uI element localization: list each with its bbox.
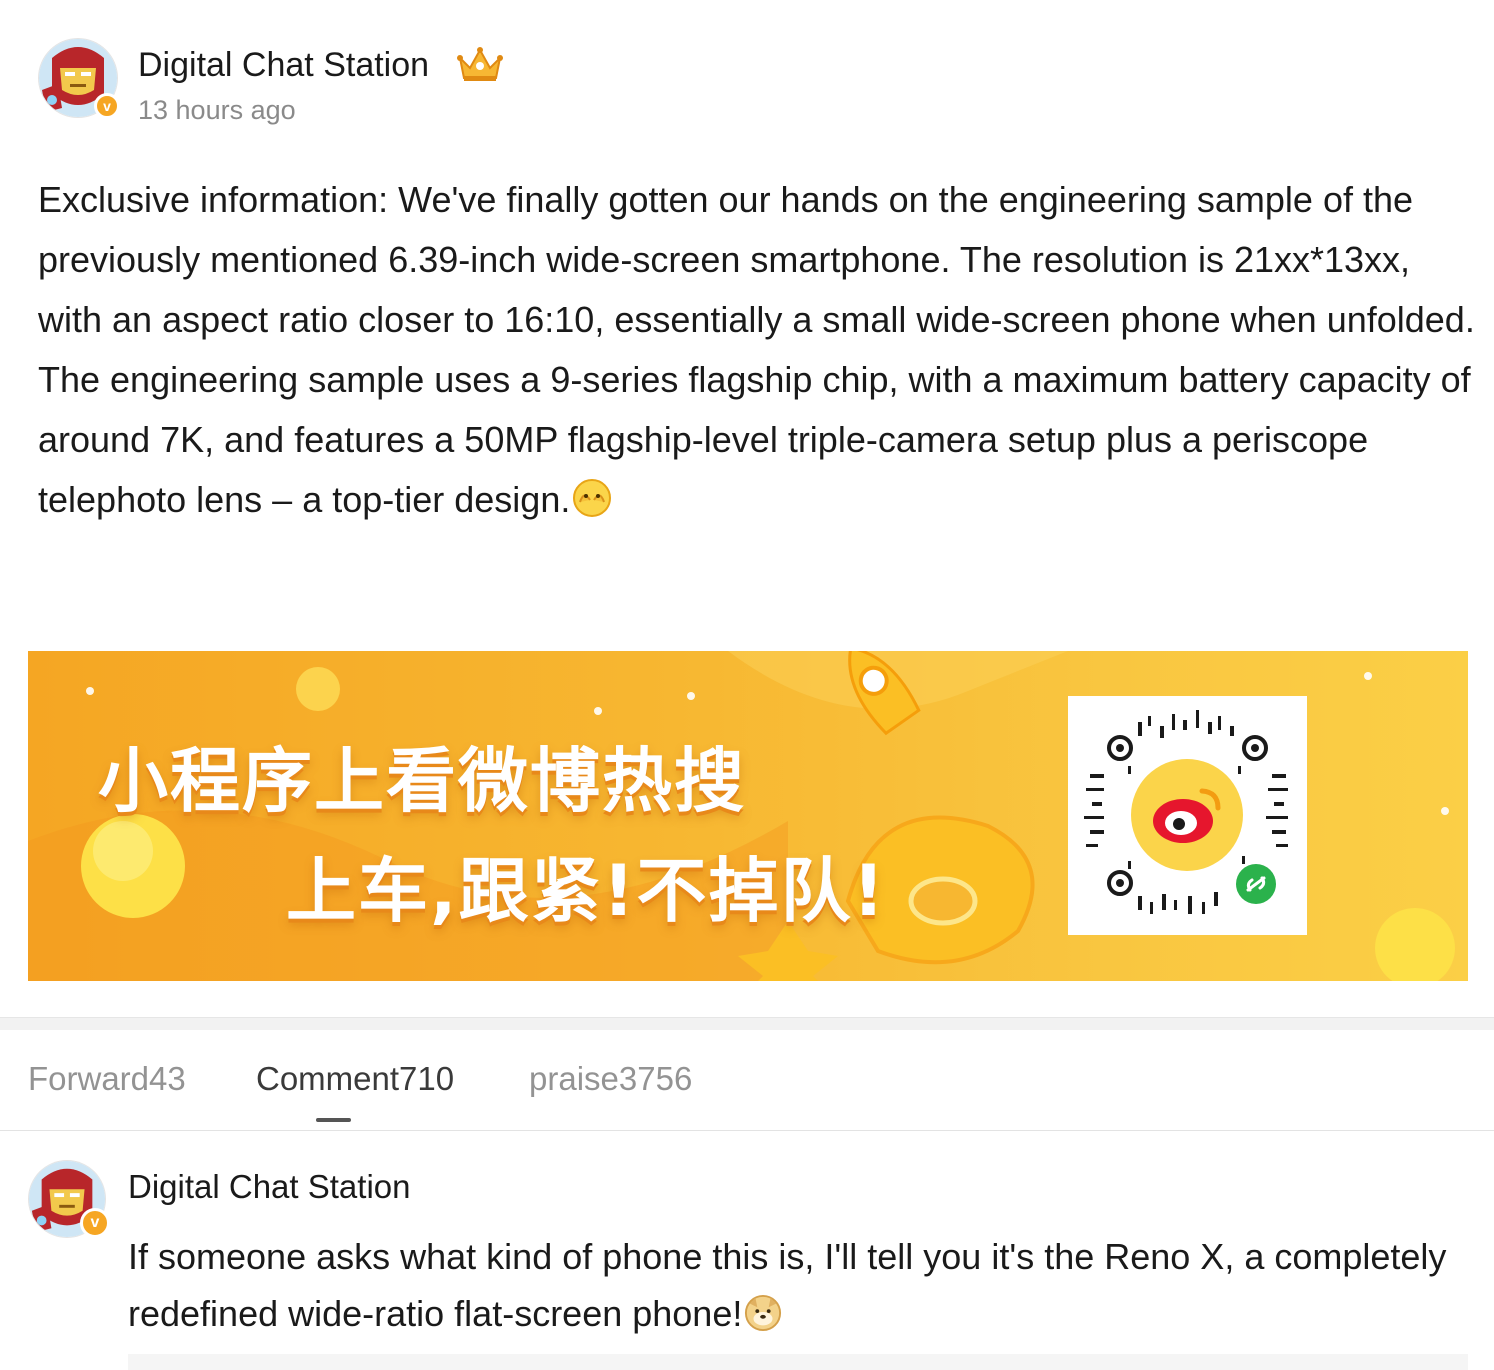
author-name[interactable]: Digital Chat Station <box>138 46 429 85</box>
doge-emoji-icon <box>744 1291 782 1348</box>
comment-text: If someone asks what kind of phone this … <box>128 1236 1447 1334</box>
verified-badge: v <box>94 93 120 119</box>
comment-verified-badge: v <box>80 1208 110 1238</box>
comment-author-name[interactable]: Digital Chat Station <box>128 1168 410 1206</box>
banner-subheadline: 上车,跟紧!不掉队! <box>286 850 887 932</box>
crown-icon <box>456 46 504 89</box>
post-timestamp: 13 hours ago <box>138 95 296 125</box>
tab-forward[interactable]: Forward43 <box>28 1060 186 1098</box>
post-paragraph-2-text: The engineering sample uses a 9-series f… <box>38 359 1471 520</box>
qr-code-icon[interactable] <box>1068 696 1307 935</box>
comment-body: If someone asks what kind of phone this … <box>128 1228 1448 1348</box>
post-paragraph-2: The engineering sample uses a 9-series f… <box>38 350 1478 536</box>
active-tab-indicator <box>316 1118 351 1122</box>
post-body: Exclusive information: We've finally got… <box>38 170 1478 536</box>
mini-program-banner[interactable]: 小程序上看微博热搜 上车,跟紧!不掉队! <box>28 651 1468 981</box>
banner-headline: 小程序上看微博热搜 <box>98 740 746 822</box>
peeking-face-emoji-icon <box>572 476 612 536</box>
reply-area[interactable] <box>128 1354 1468 1370</box>
tabs-divider <box>0 1130 1494 1131</box>
tab-comment[interactable]: Comment710 <box>256 1060 454 1098</box>
section-divider <box>0 1017 1494 1030</box>
interaction-tabs: Forward43 Comment710 praise3756 <box>0 1060 1494 1130</box>
weibo-post-page: v Digital Chat Station 13 hours ago Excl… <box>0 0 1494 1370</box>
post-paragraph-1: Exclusive information: We've finally got… <box>38 179 1475 340</box>
tab-praise[interactable]: praise3756 <box>529 1060 692 1098</box>
